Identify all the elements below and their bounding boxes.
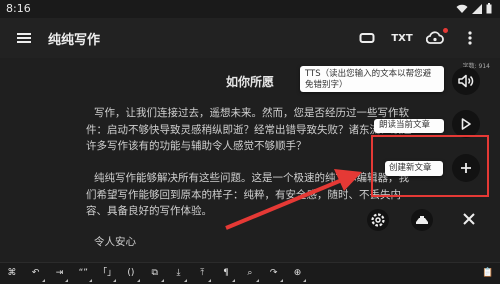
- long-press-indicator: [184, 278, 188, 282]
- status-icons: [456, 3, 492, 14]
- toolbar-button-move-down-icon[interactable]: ⤓: [167, 263, 191, 284]
- txt-export-button[interactable]: TXT: [389, 26, 415, 50]
- wifi-icon: [456, 4, 468, 13]
- long-press-indicator: [255, 278, 259, 282]
- status-bar: 8:16: [0, 0, 500, 18]
- more-options-button[interactable]: [462, 26, 478, 50]
- battery-icon: [486, 3, 492, 14]
- notification-dot: [443, 28, 448, 33]
- toolbar-button-blank-4[interactable]: [381, 263, 405, 284]
- close-button[interactable]: [458, 208, 480, 230]
- bracket-icon: 「」: [98, 268, 117, 278]
- move-up-icon: ⤒: [200, 268, 205, 278]
- paragraph-1-text: 写作，让我们连接过去，遥想未来。然而，您是否经历过一些写作软件：启动不够快导致灵…: [86, 107, 412, 152]
- format-icon: ¶: [223, 268, 229, 278]
- toolbar-button-blank-6[interactable]: [428, 263, 452, 284]
- toolbar-button-redo-icon[interactable]: ↷: [262, 263, 286, 284]
- rectangle-icon: [359, 33, 375, 43]
- undo-icon: ↶: [31, 268, 40, 278]
- ink-button[interactable]: [410, 208, 434, 232]
- read-article-button[interactable]: [452, 110, 480, 138]
- paragraph-3-text: 令人安心: [94, 236, 136, 248]
- play-icon: [461, 118, 471, 130]
- search-icon: ⌕: [247, 268, 253, 278]
- toolbar-button-blank-7[interactable]: [452, 263, 476, 284]
- app-bar: 纯纯写作 TXT: [0, 18, 500, 58]
- long-press-indicator: [65, 278, 69, 282]
- status-time: 8:16: [6, 2, 31, 15]
- toolbar-button-quote-icon[interactable]: “”: [71, 263, 95, 284]
- toolbar-button-move-up-icon[interactable]: ⤒: [190, 263, 214, 284]
- gear-icon: [367, 209, 389, 231]
- toolbar-button-command-icon[interactable]: ⌘: [0, 263, 24, 284]
- long-press-indicator: [136, 278, 140, 282]
- command-icon: ⌘: [7, 268, 17, 278]
- indent-icon: ⇥: [55, 268, 64, 278]
- app-title: 纯纯写作: [48, 33, 101, 48]
- toolbar-button-clipboard-icon[interactable]: 📋: [476, 263, 500, 284]
- tts-button[interactable]: [452, 67, 480, 95]
- long-press-indicator: [303, 278, 307, 282]
- redo-icon: ↷: [269, 268, 278, 278]
- toolbar-button-blank-1[interactable]: [309, 263, 333, 284]
- settings-button[interactable]: [366, 208, 390, 232]
- hamburger-icon: [17, 33, 31, 43]
- paren-icon: (): [127, 268, 135, 278]
- more-vert-icon: [468, 31, 472, 45]
- cloud-sync-button[interactable]: [423, 26, 448, 50]
- long-press-indicator: [112, 278, 116, 282]
- toolbar-button-bracket-icon[interactable]: 「」: [95, 263, 119, 284]
- toolbar-button-search-icon[interactable]: ⌕: [238, 263, 262, 284]
- volume-icon: [458, 74, 474, 88]
- paragraph-1: 写作，让我们连接过去，遥想未来。然而，您是否经历过一些写作软件：启动不够快导致灵…: [86, 105, 416, 155]
- clipboard-icon: 📋: [482, 268, 494, 278]
- long-press-indicator: [279, 278, 283, 282]
- signal-icon: [472, 3, 482, 14]
- toolbar-button-add-icon[interactable]: ⊕: [286, 263, 310, 284]
- copy-icon: ⧉: [151, 268, 158, 278]
- page-view-button[interactable]: [356, 26, 378, 50]
- toolbar-button-blank-2[interactable]: [333, 263, 357, 284]
- toolbar-button-indent-icon[interactable]: ⇥: [48, 263, 72, 284]
- long-press-indicator: [160, 278, 164, 282]
- add-icon: ⊕: [293, 268, 302, 278]
- toolbar-button-blank-5[interactable]: [405, 263, 429, 284]
- toolbar-button-format-icon[interactable]: ¶: [214, 263, 238, 284]
- paragraph-2-text: 纯纯写作能够解决所有这些问题。这是一个极速的纯文本编辑器，我们希望写作能够回到原…: [86, 172, 409, 217]
- move-down-icon: ⤓: [176, 268, 181, 278]
- close-icon: [463, 213, 475, 225]
- paragraph-3: 令人安心: [86, 234, 416, 251]
- menu-button[interactable]: [14, 28, 34, 48]
- quote-icon: “”: [78, 268, 88, 278]
- long-press-indicator: [208, 278, 212, 282]
- cloud-settings-icon: [426, 31, 444, 44]
- long-press-indicator: [231, 278, 235, 282]
- read-article-tooltip: 朗读当前文章: [374, 119, 444, 133]
- long-press-indicator: [41, 278, 45, 282]
- ink-pot-icon: [411, 209, 433, 231]
- highlight-box: [371, 135, 489, 197]
- toolbar-button-blank-3[interactable]: [357, 263, 381, 284]
- long-press-indicator: [89, 278, 93, 282]
- toolbar-button-paren-icon[interactable]: (): [119, 263, 143, 284]
- app-screen: 8:16 纯纯写作 TXT 如你所愿 写作，让我们连接过去，遥想未来。然而，您是…: [0, 0, 500, 284]
- toolbar-button-copy-icon[interactable]: ⧉: [143, 263, 167, 284]
- tts-tooltip: TTS（读出您输入的文本以帮您避免错别字）: [300, 66, 444, 92]
- toolbar-button-undo-icon[interactable]: ↶: [24, 263, 48, 284]
- editing-toolbar: ⌘ ↶ ⇥ “” 「」 () ⧉ ⤓ ⤒ ¶ ⌕ ↷ ⊕ 📋: [0, 262, 500, 284]
